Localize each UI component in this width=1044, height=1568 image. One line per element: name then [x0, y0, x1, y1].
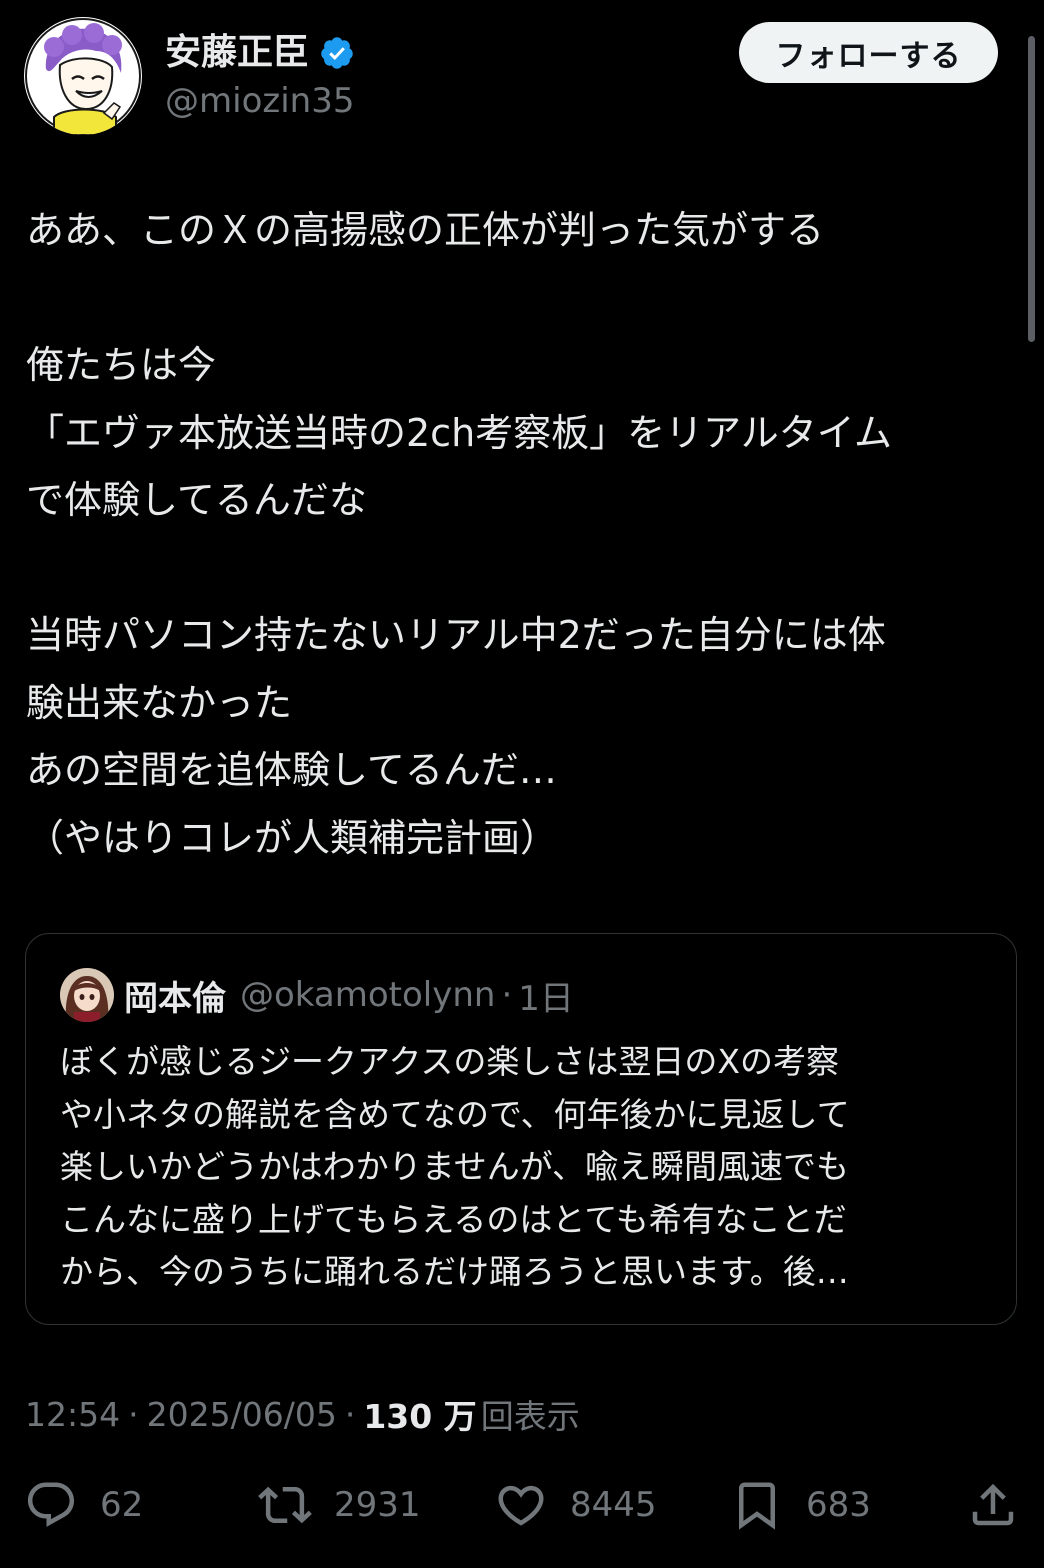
author-avatar[interactable]	[24, 17, 142, 135]
display-name[interactable]: 安藤正臣	[165, 30, 309, 76]
quoted-tweet-text: ぼくが感じるジークアクスの楽しさは翌日のXの考察 や小ネタの解説を含めてなので、…	[60, 1036, 990, 1299]
like-count: 8445	[570, 1485, 657, 1525]
meta-separator: ·	[128, 1394, 139, 1434]
tweet-text: ああ、このＸの高揚感の正体が判った気がする 俺たちは今 「エヴァ本放送当時の2c…	[26, 197, 1016, 872]
reply-icon	[27, 1482, 75, 1527]
author-avatar-illustration	[25, 18, 141, 135]
quoted-display-name[interactable]: 岡本倫	[124, 971, 226, 1020]
retweet-button[interactable]: 2931	[258, 1470, 421, 1540]
meta-separator: ·	[344, 1394, 356, 1434]
tweet-header: 安藤正臣 @miozin35 フォローする	[0, 0, 1044, 150]
verified-badge-icon[interactable]	[319, 35, 355, 71]
tweet-meta: 12:54 · 2025/06/05 · 130 万 回表示	[25, 1390, 580, 1438]
bookmark-icon	[739, 1482, 775, 1530]
tweet-line: 「エヴァ本放送当時の2ch考察板」をリアルタイム	[26, 410, 893, 455]
quoted-line: や小ネタの解説を含めてなので、何年後かに見返して	[60, 1094, 850, 1134]
tweet-line: で体験してるんだな	[26, 478, 367, 522]
tweet-line: 俺たちは今	[26, 343, 217, 387]
quoted-tweet-header: 岡本倫 @okamotolynn · 1日	[124, 970, 574, 1020]
quoted-line: から、今のうちに踊れるだけ踊ろうと思います。後…	[60, 1252, 849, 1291]
quoted-line: こんなに盛り上げてもらえるのはとても希有なことだ	[60, 1199, 847, 1239]
tweet-line: 験出来なかった	[26, 680, 293, 725]
tweet-line: 当時パソコン持たないリアル中2だった自分には体	[26, 613, 886, 657]
bookmark-button[interactable]: 683	[730, 1470, 871, 1540]
quoted-line: 楽しいかどうかはわかりませんが、喩え瞬間風速でも	[60, 1147, 850, 1186]
reply-count: 62	[100, 1485, 144, 1525]
retweet-icon	[258, 1486, 312, 1524]
share-icon	[972, 1483, 1014, 1526]
quoted-line: ぼくが感じるジークアクスの楽しさは翌日のXの考察	[60, 1042, 839, 1081]
tweet-line: （やはりコレが人類補完計画）	[26, 815, 559, 860]
quoted-separator: ·	[501, 975, 513, 1015]
reply-button[interactable]: 62	[24, 1470, 143, 1540]
quoted-timestamp[interactable]: 1日	[518, 971, 574, 1020]
follow-button[interactable]: フォローする	[739, 22, 998, 83]
like-button[interactable]: 8445	[494, 1470, 657, 1540]
display-name-row: 安藤正臣	[165, 30, 355, 76]
author-handle[interactable]: @miozin35	[165, 80, 354, 122]
quoted-author-avatar[interactable]	[60, 968, 114, 1022]
tweet-line: ああ、このＸの高揚感の正体が判った気がする	[26, 208, 825, 252]
quoted-tweet-card[interactable]: 岡本倫 @okamotolynn · 1日 ぼくが感じるジークアクスの楽しさは翌…	[25, 933, 1017, 1325]
tweet-time[interactable]: 12:54	[25, 1395, 120, 1434]
bookmark-count: 683	[806, 1485, 871, 1525]
action-bar: 62 2931 8445 683	[0, 1470, 1044, 1540]
tweet-date[interactable]: 2025/06/05	[147, 1395, 337, 1434]
views-label[interactable]: 回表示	[481, 1390, 580, 1438]
heart-icon	[498, 1485, 544, 1526]
quoted-handle[interactable]: @okamotolynn	[240, 975, 495, 1015]
retweet-count: 2931	[334, 1485, 421, 1525]
quoted-avatar-illustration	[60, 968, 114, 1022]
views-count[interactable]: 130 万	[363, 1390, 476, 1438]
tweet-line: あの空間を追体験してるんだ…	[26, 748, 557, 792]
share-button[interactable]	[966, 1470, 1020, 1540]
